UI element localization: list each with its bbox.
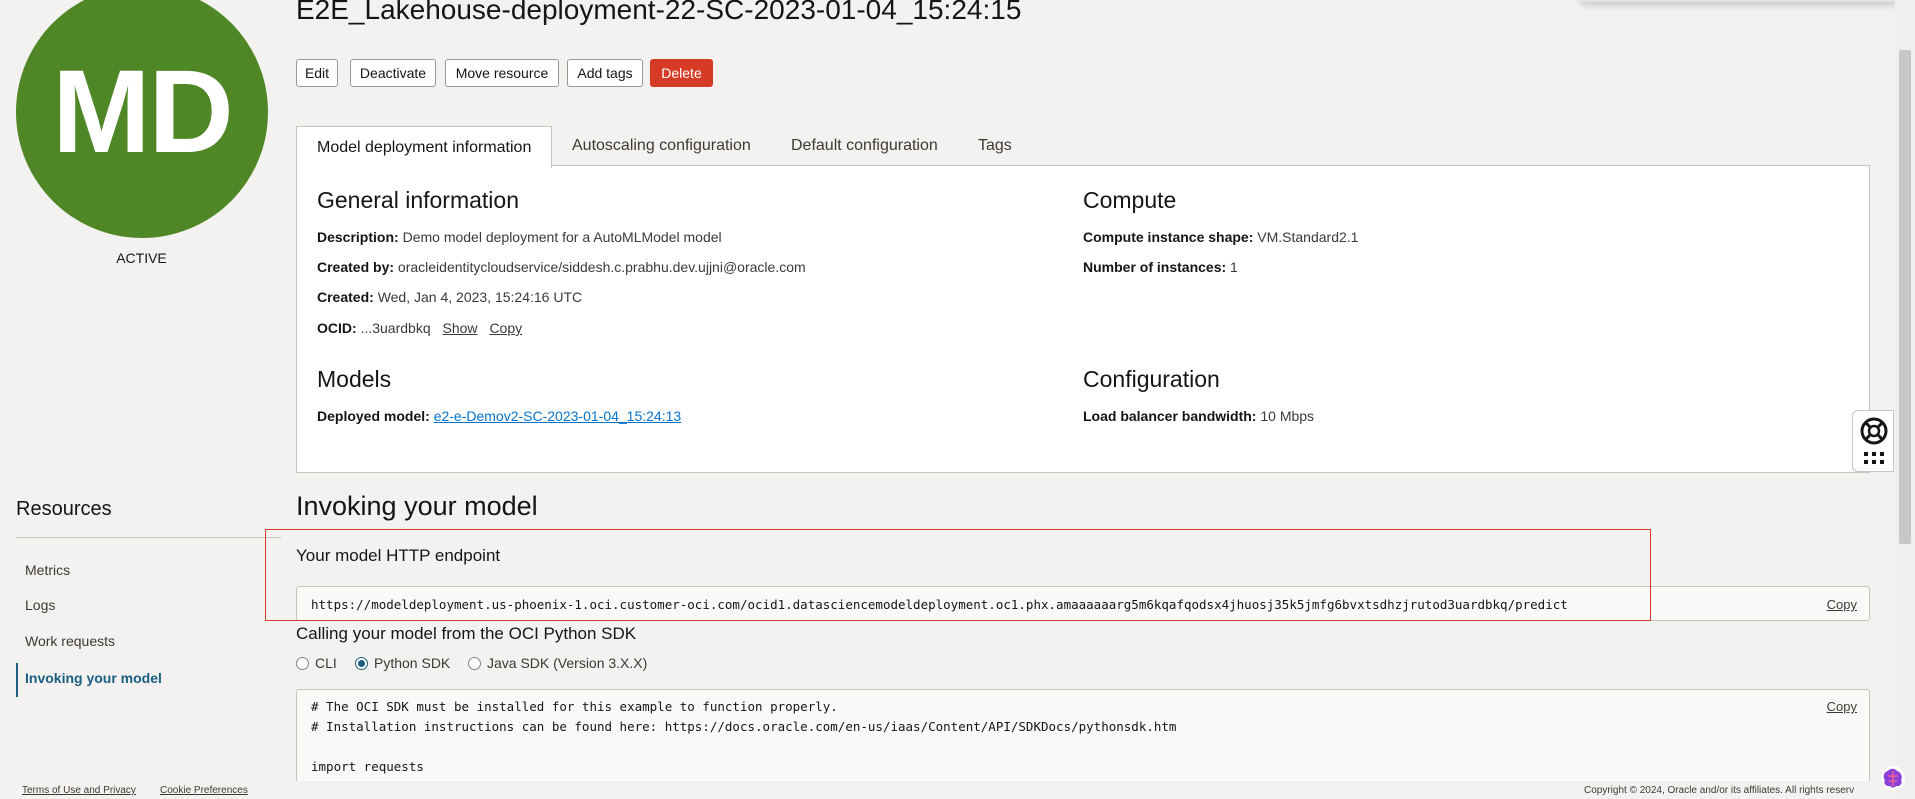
invoking-heading: Invoking your model (296, 491, 538, 521)
sidebar-item-metrics[interactable]: Metrics (25, 562, 70, 578)
code-line: # Installation instructions can be found… (311, 719, 1177, 734)
sidebar-item-logs[interactable]: Logs (25, 597, 55, 613)
notification-shadow (1580, 0, 1900, 2)
code-copy-link[interactable]: Copy (1827, 699, 1857, 714)
endpoint-copy-link[interactable]: Copy (1827, 597, 1857, 612)
details-panel: General information Description: Demo mo… (296, 165, 1870, 473)
footer: Terms of Use and Privacy Cookie Preferen… (0, 781, 1895, 799)
radio-button-selected[interactable] (355, 656, 368, 670)
ai-assistant-icon[interactable] (1880, 765, 1906, 791)
bandwidth-field: Load balancer bandwidth: 10 Mbps (1083, 408, 1315, 424)
models-heading: Models (317, 366, 392, 392)
compute-shape-field: Compute instance shape: VM.Standard2.1 (1083, 229, 1359, 245)
sidebar-active-indicator (16, 663, 18, 697)
add-tags-button[interactable]: Add tags (567, 59, 643, 87)
ocid-copy-link[interactable]: Copy (489, 320, 522, 336)
sidebar-item-invoking-your-model[interactable]: Invoking your model (25, 670, 162, 686)
tab-model-deployment-information[interactable]: Model deployment information (296, 126, 552, 168)
tab-default-configuration[interactable]: Default configuration (771, 126, 958, 166)
code-line: # The OCI SDK must be installed for this… (311, 699, 838, 714)
avatar: MD (16, 0, 268, 238)
sidebar-item-work-requests[interactable]: Work requests (25, 633, 115, 649)
scrollbar-thumb[interactable] (1899, 50, 1911, 544)
status-badge: ACTIVE (116, 250, 167, 266)
radio-cli[interactable]: CLI (296, 655, 337, 671)
edit-button[interactable]: Edit (296, 59, 338, 87)
delete-button[interactable]: Delete (650, 59, 713, 87)
help-widget[interactable] (1852, 410, 1894, 472)
deployed-model-field: Deployed model: e2-e-Demov2-SC-2023-01-0… (317, 408, 682, 424)
radio-button[interactable] (468, 656, 481, 670)
deployed-model-link[interactable]: e2-e-Demov2-SC-2023-01-04_15:24:13 (434, 408, 681, 424)
configuration-heading: Configuration (1083, 366, 1220, 392)
tab-tags[interactable]: Tags (958, 126, 1032, 166)
radio-button[interactable] (296, 656, 309, 670)
highlight-box (265, 529, 1651, 621)
resources-heading: Resources (16, 498, 112, 520)
lifebuoy-icon (1860, 417, 1888, 464)
copyright-text: Copyright © 2024, Oracle and/or its affi… (1584, 785, 1855, 796)
page-title: E2E_Lakehouse-deployment-22-SC-2023-01-0… (296, 0, 1022, 25)
code-line: import requests (311, 759, 424, 774)
instances-field: Number of instances: 1 (1083, 259, 1238, 275)
move-resource-button[interactable]: Move resource (445, 59, 559, 87)
sdk-label: Calling your model from the OCI Python S… (296, 624, 637, 643)
ocid-field: OCID: ...3uardbkq Show Copy (317, 320, 523, 336)
radio-java-sdk[interactable]: Java SDK (Version 3.X.X) (468, 655, 647, 671)
terms-link[interactable]: Terms of Use and Privacy (22, 785, 136, 796)
compute-heading: Compute (1083, 187, 1177, 213)
general-heading: General information (317, 187, 519, 213)
radio-python-sdk[interactable]: Python SDK (355, 655, 450, 671)
description-field: Description: Demo model deployment for a… (317, 229, 722, 245)
resources-divider (16, 537, 281, 538)
created-by-field: Created by: oracleidentitycloudservice/s… (317, 259, 806, 275)
deactivate-button[interactable]: Deactivate (350, 59, 436, 87)
cookie-preferences-link[interactable]: Cookie Preferences (160, 785, 248, 796)
tab-autoscaling-configuration[interactable]: Autoscaling configuration (552, 126, 771, 166)
created-field: Created: Wed, Jan 4, 2023, 15:24:16 UTC (317, 289, 583, 305)
ocid-show-link[interactable]: Show (443, 320, 478, 336)
